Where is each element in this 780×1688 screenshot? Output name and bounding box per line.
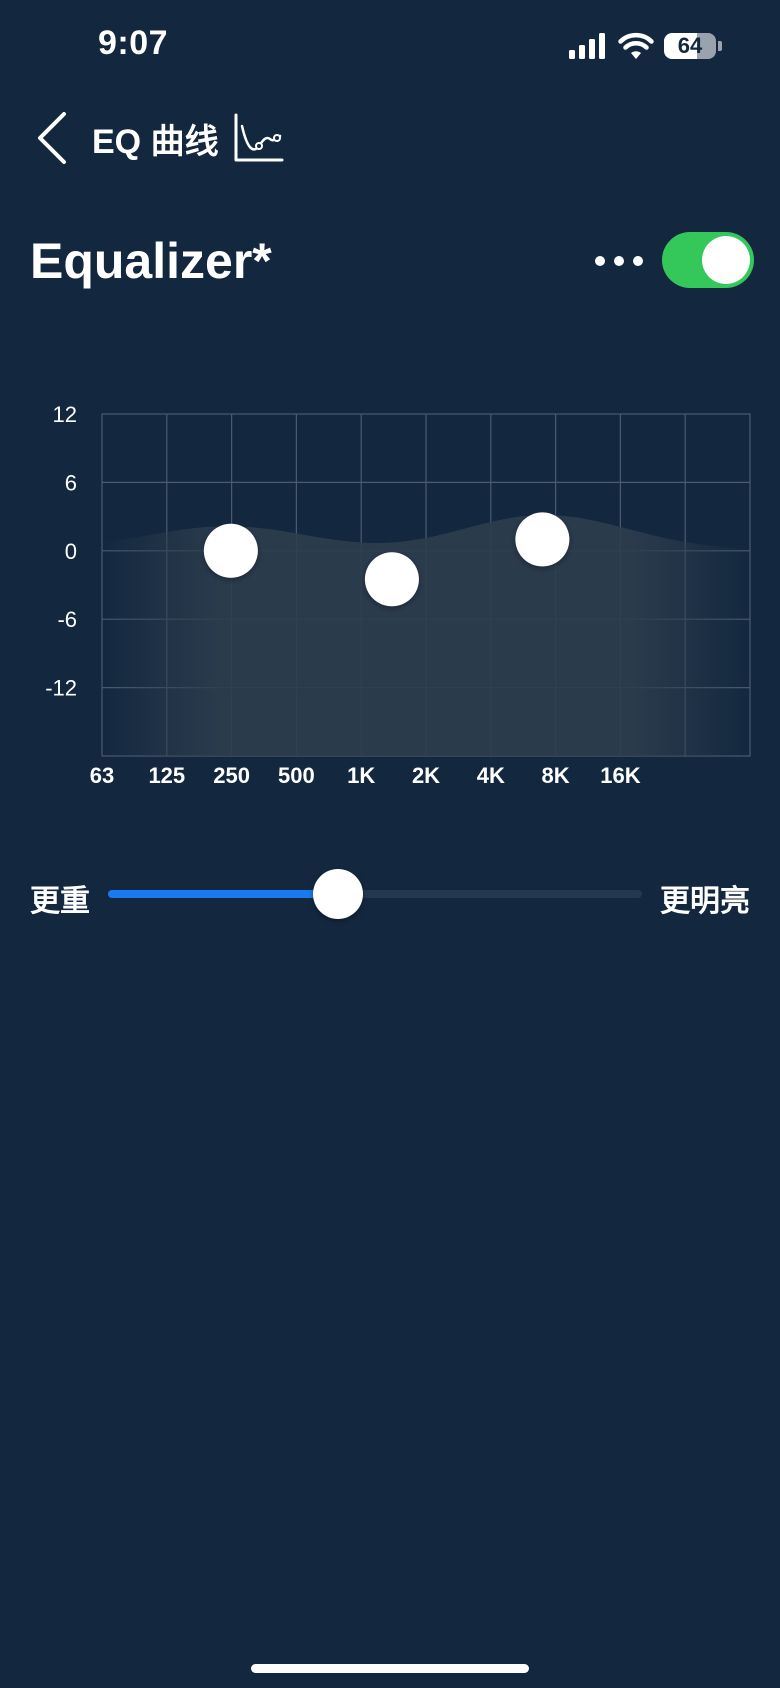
equalizer-toggle[interactable] [662, 232, 754, 288]
eq-x-tick-label: 16K [600, 763, 640, 788]
eq-y-tick-label: -6 [57, 607, 77, 632]
eq-y-tick-label: 6 [65, 470, 77, 495]
status-time: 9:07 [98, 24, 169, 62]
eq-band-handle[interactable] [203, 523, 258, 578]
home-indicator [251, 1664, 529, 1673]
more-options-button[interactable] [594, 246, 644, 276]
status-icons: 64 [568, 30, 722, 62]
eq-x-tick-label: 4K [477, 763, 505, 788]
ellipsis-icon [595, 256, 643, 266]
tone-brighter-label: 更明亮 [660, 885, 750, 918]
cellular-signal-icon [569, 33, 605, 59]
eq-y-tick-label: 12 [53, 402, 77, 427]
eq-y-tick-label: 0 [65, 539, 77, 564]
tone-heavier-label: 更重 [30, 885, 90, 918]
eq-x-tick-label: 63 [90, 763, 114, 788]
eq-x-tick-label: 125 [148, 763, 185, 788]
eq-x-tick-label: 2K [412, 763, 440, 788]
tone-slider-thumb[interactable] [312, 869, 363, 919]
nav-title: EQ 曲线 [92, 122, 219, 161]
eq-chart: 12 6 0 -6 -12 63 125 250 500 1K 2K 4K 8K 16K [45, 402, 751, 788]
wifi-icon [618, 32, 654, 59]
eq-x-tick-label: 250 [213, 763, 250, 788]
eq-y-tick-label: -12 [45, 676, 77, 701]
tone-slider[interactable] [108, 869, 642, 919]
eq-x-tick-label: 1K [347, 763, 375, 788]
eq-curve-icon[interactable] [233, 112, 285, 164]
battery-level: 64 [677, 33, 703, 58]
back-button[interactable] [34, 110, 74, 166]
eq-x-tick-label: 8K [542, 763, 570, 788]
eq-response-area [102, 514, 750, 756]
toggle-knob [702, 236, 750, 284]
eq-x-tick-label: 500 [278, 763, 315, 788]
battery-icon: 64 [664, 33, 716, 59]
tone-slider-row: 更重 更明亮 [0, 860, 780, 930]
chevron-left-icon [38, 112, 66, 164]
page-title: Equalizer* [30, 233, 272, 289]
eq-band-handle[interactable] [364, 552, 419, 607]
eq-band-handle[interactable] [515, 512, 570, 567]
tone-slider-fill [108, 890, 338, 898]
nav-bar: EQ 曲线 [34, 108, 285, 168]
battery-cap [718, 41, 722, 51]
